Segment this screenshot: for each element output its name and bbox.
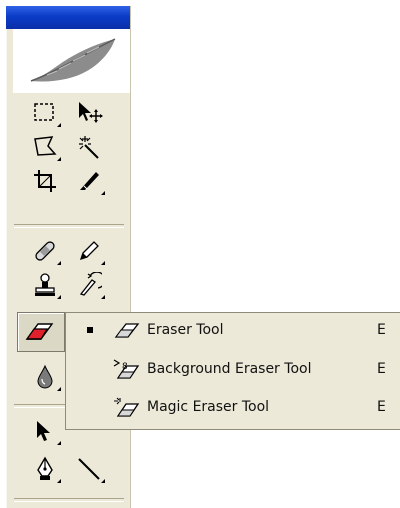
- move-tool[interactable]: [70, 96, 108, 130]
- slice-tool[interactable]: [70, 164, 108, 198]
- rectangular-marquee-icon: [34, 103, 54, 121]
- pencil-icon: [79, 241, 99, 261]
- menu-item-eraser-tool[interactable]: Eraser Tool E: [66, 316, 400, 344]
- clone-stamp-tool[interactable]: [26, 268, 64, 302]
- palette-divider: [14, 498, 124, 502]
- menu-item-label: Background Eraser Tool: [147, 361, 312, 377]
- water-drop-icon: [37, 364, 53, 389]
- menu-item-background-eraser-tool[interactable]: 8 Background Eraser Tool E: [66, 355, 400, 383]
- magic-eraser-icon: [114, 397, 140, 417]
- move-icon: [79, 102, 103, 123]
- eraser-icon: [114, 323, 140, 338]
- menu-item-magic-eraser-tool[interactable]: Magic Eraser Tool E: [66, 393, 400, 421]
- pen-tool[interactable]: [26, 452, 64, 486]
- arrow-pointer-icon: [37, 421, 50, 441]
- bandage-icon: [35, 241, 55, 261]
- eraser-tool-flyout-menu: Eraser Tool E 8 Background Eraser Tool E…: [65, 312, 400, 430]
- menu-item-shortcut: E: [377, 322, 386, 338]
- feather-icon: [30, 38, 116, 82]
- polygonal-lasso-icon: [34, 136, 57, 156]
- stamp-icon: [35, 273, 55, 296]
- slice-icon: [80, 172, 99, 190]
- tool-palette: [6, 6, 131, 508]
- history-brush-icon: [79, 272, 102, 296]
- eraser-icon: [25, 323, 54, 340]
- healing-brush-tool[interactable]: [26, 234, 64, 268]
- svg-text:8: 8: [122, 362, 128, 372]
- menu-item-shortcut: E: [377, 361, 386, 377]
- pen-nib-icon: [37, 456, 53, 480]
- history-brush-tool[interactable]: [70, 268, 108, 302]
- blur-tool[interactable]: [26, 360, 64, 394]
- palette-logo[interactable]: [13, 29, 130, 93]
- lasso-tool[interactable]: [26, 130, 64, 164]
- menu-item-label: Magic Eraser Tool: [147, 399, 270, 415]
- magic-wand-icon: [79, 136, 99, 159]
- magic-wand-tool[interactable]: [70, 130, 108, 164]
- line-tool[interactable]: [70, 452, 108, 486]
- palette-title-bar[interactable]: [6, 6, 130, 29]
- path-selection-tool[interactable]: [26, 414, 64, 448]
- crop-icon: [34, 170, 56, 192]
- eraser-tool-button[interactable]: [17, 312, 65, 352]
- crop-tool[interactable]: [26, 164, 64, 198]
- line-icon: [78, 458, 100, 480]
- menu-item-shortcut: E: [377, 399, 386, 415]
- selected-bullet-icon: [87, 327, 93, 333]
- pencil-tool[interactable]: [70, 234, 108, 268]
- rectangular-marquee-tool[interactable]: [26, 96, 64, 130]
- palette-divider: [14, 224, 124, 228]
- background-eraser-icon: 8: [113, 359, 140, 379]
- menu-item-label: Eraser Tool: [147, 322, 224, 338]
